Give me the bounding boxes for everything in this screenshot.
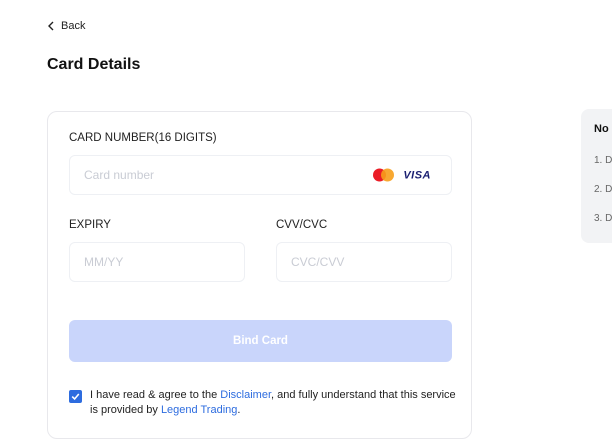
cvv-input[interactable]: CVC/CVV	[276, 242, 452, 282]
agreement: I have read & agree to the Disclaimer, a…	[69, 388, 459, 418]
expiry-input[interactable]: MM/YY	[69, 242, 245, 282]
notes-item-2: 2. D	[594, 184, 612, 195]
card-number-input[interactable]: Card number VISA	[69, 155, 452, 195]
back-label: Back	[61, 20, 86, 32]
notes-panel: No 1. D 2. D 3. D	[581, 109, 612, 243]
legend-trading-link[interactable]: Legend Trading	[161, 404, 237, 416]
chevron-left-icon	[48, 21, 54, 31]
card-details-form: CARD NUMBER(16 DIGITS) Card number VISA …	[47, 111, 472, 439]
bind-card-button[interactable]: Bind Card	[69, 320, 452, 362]
card-number-placeholder: Card number	[84, 168, 155, 182]
mastercard-icon	[373, 168, 395, 182]
cvv-label: CVV/CVC	[276, 219, 328, 231]
expiry-label: EXPIRY	[69, 219, 111, 231]
card-brands: VISA	[373, 168, 431, 182]
page-title: Card Details	[47, 56, 141, 73]
visa-icon: VISA	[403, 169, 431, 181]
card-number-label: CARD NUMBER(16 DIGITS)	[69, 132, 217, 144]
checkmark-icon	[71, 393, 80, 401]
notes-item-1: 1. D	[594, 155, 612, 166]
agreement-text: I have read & agree to the Disclaimer, a…	[90, 389, 456, 416]
expiry-placeholder: MM/YY	[84, 255, 124, 269]
disclaimer-link[interactable]: Disclaimer	[220, 389, 271, 401]
back-link[interactable]: Back	[47, 20, 85, 32]
agreement-checkbox[interactable]	[69, 390, 82, 403]
cvv-placeholder: CVC/CVV	[291, 255, 345, 269]
notes-title: No	[594, 123, 609, 135]
notes-item-3: 3. D	[594, 213, 612, 224]
